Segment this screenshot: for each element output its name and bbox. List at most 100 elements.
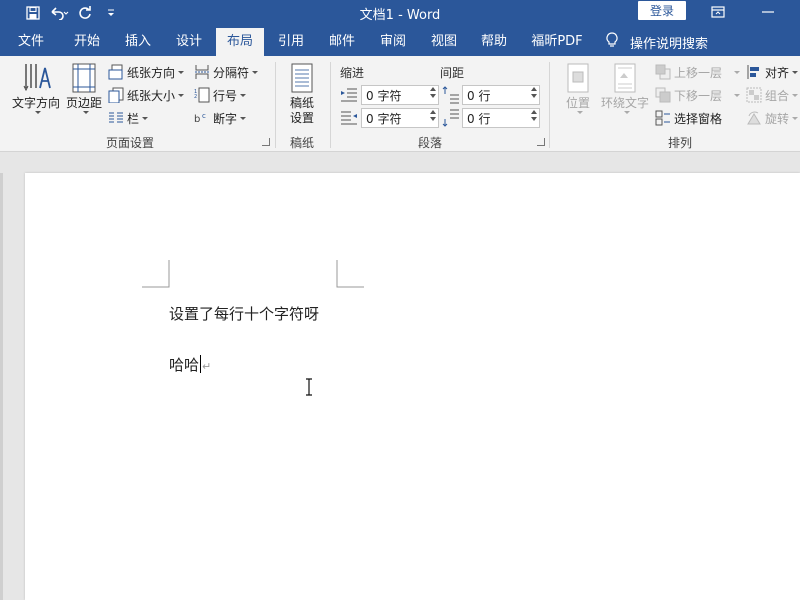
chevron-down-icon <box>623 111 630 114</box>
text-direction-button[interactable]: 文字方向 <box>10 62 62 114</box>
orientation-button[interactable]: 纸张方向 <box>108 62 185 82</box>
margins-label: 页边距 <box>65 96 102 110</box>
login-button[interactable]: 登录 <box>638 1 686 20</box>
arrange-group-label: 排列 <box>667 136 692 150</box>
spinner-arrows[interactable] <box>531 110 537 121</box>
chevron-down-icon <box>792 93 799 97</box>
bring-forward-label: 上移一层 <box>674 65 723 80</box>
spinner-arrows[interactable] <box>430 87 436 98</box>
align-button[interactable]: 对齐 <box>746 62 799 82</box>
breaks-button[interactable]: 分隔符 <box>194 62 259 82</box>
chevron-down-icon <box>240 116 247 120</box>
spacing-after-input[interactable]: 0 行 <box>462 108 540 128</box>
tab-file[interactable]: 文件 <box>8 28 54 56</box>
text-direction-icon <box>23 64 51 92</box>
tab-review[interactable]: 审阅 <box>370 28 416 56</box>
minimize-icon[interactable] <box>756 2 780 22</box>
text-direction-label: 文字方向 <box>11 96 60 110</box>
page-setup-launcher-icon[interactable] <box>262 138 270 146</box>
tab-home[interactable]: 开始 <box>64 28 110 56</box>
bring-forward-button[interactable]: 上移一层 <box>655 62 741 82</box>
chevron-down-icon <box>82 111 89 114</box>
tab-help[interactable]: 帮助 <box>471 28 517 56</box>
columns-button[interactable]: 栏 <box>108 108 149 128</box>
margin-corner-mark-left <box>142 260 170 288</box>
document-page[interactable]: 设置了每行十个字符呀 哈哈 ↵ <box>25 173 800 600</box>
rotate-icon <box>746 110 762 126</box>
position-label: 位置 <box>565 96 590 110</box>
svg-text:2: 2 <box>194 94 197 100</box>
chevron-down-icon <box>142 116 149 120</box>
svg-text:b: b <box>194 114 200 125</box>
breaks-icon <box>194 64 210 80</box>
spinner-arrows[interactable] <box>430 110 436 121</box>
indent-left-value: 0 字符 <box>366 88 402 103</box>
size-button[interactable]: 纸张大小 <box>108 85 185 105</box>
margins-button[interactable]: 页边距 <box>63 62 105 114</box>
bring-forward-icon <box>655 64 671 80</box>
hyphenation-icon: bc <box>194 110 210 126</box>
manuscript-settings-button[interactable]: 稿纸 设置 <box>282 62 322 126</box>
paragraph-group-label: 段落 <box>417 136 442 150</box>
ribbon-display-options-icon[interactable] <box>706 2 730 22</box>
position-icon <box>567 63 589 93</box>
indent-right-icon <box>341 111 357 125</box>
size-label: 纸张大小 <box>127 88 176 103</box>
margins-icon <box>72 63 96 93</box>
manuscript-label-line2: 设置 <box>289 111 314 125</box>
line-numbers-button[interactable]: 12 行号 <box>194 85 247 105</box>
columns-icon <box>108 110 124 126</box>
manuscript-paper-icon <box>291 63 313 93</box>
tab-foxit-pdf[interactable]: 福昕PDF <box>526 28 588 56</box>
ribbon-tab-bar: 文件 开始 插入 设计 布局 引用 邮件 审阅 视图 帮助 福昕PDF 操作说明… <box>0 28 800 56</box>
title-bar: 文档1 - Word 登录 <box>0 0 800 28</box>
spacing-before-input[interactable]: 0 行 <box>462 85 540 105</box>
page-setup-group-label: 页面设置 <box>105 136 154 150</box>
tab-insert[interactable]: 插入 <box>115 28 161 56</box>
spacing-header: 间距 <box>440 66 465 80</box>
chevron-down-icon <box>792 70 799 74</box>
wrap-text-label: 环绕文字 <box>600 96 649 110</box>
tell-me-search[interactable]: 操作说明搜索 <box>606 28 708 56</box>
chevron-down-icon <box>34 111 41 114</box>
send-backward-button[interactable]: 下移一层 <box>655 85 741 105</box>
group-button[interactable]: 组合 <box>746 85 799 105</box>
chevron-down-icon <box>178 93 185 97</box>
selection-pane-button[interactable]: 选择窗格 <box>655 108 722 128</box>
paper-size-icon <box>108 87 124 103</box>
document-line-1[interactable]: 设置了每行十个字符呀 <box>169 303 319 324</box>
ribbon-layout: 文字方向 页边距 纸张方向 纸张大小 栏 分隔符 12 行号 bc 断字 页面设… <box>0 56 800 152</box>
indent-header: 缩进 <box>340 66 365 80</box>
position-button[interactable]: 位置 <box>558 62 598 114</box>
tab-design[interactable]: 设计 <box>166 28 212 56</box>
wrap-text-button[interactable]: 环绕文字 <box>600 62 650 114</box>
tab-view[interactable]: 视图 <box>421 28 467 56</box>
send-backward-icon <box>655 87 671 103</box>
chevron-down-icon <box>178 70 185 74</box>
indent-left-input[interactable]: 0 字符 <box>361 85 439 105</box>
tab-references[interactable]: 引用 <box>268 28 314 56</box>
tab-mailings[interactable]: 邮件 <box>319 28 365 56</box>
selection-pane-label: 选择窗格 <box>674 111 723 126</box>
group-icon <box>746 87 762 103</box>
hyphenation-button[interactable]: bc 断字 <box>194 108 247 128</box>
document-line-2[interactable]: 哈哈 ↵ <box>169 354 211 375</box>
spinner-arrows[interactable] <box>531 87 537 98</box>
spacing-before-value: 0 行 <box>467 88 491 103</box>
indent-right-input[interactable]: 0 字符 <box>361 108 439 128</box>
paragraph-launcher-icon[interactable] <box>537 138 545 146</box>
vertical-ruler <box>0 173 3 600</box>
group-divider <box>275 62 276 148</box>
document-line-2-text: 哈哈 <box>169 356 200 374</box>
rotate-button[interactable]: 旋转 <box>746 108 799 128</box>
chevron-down-icon <box>792 116 799 120</box>
chevron-down-icon <box>576 111 583 114</box>
wrap-text-icon <box>614 63 636 93</box>
margin-corner-mark-right <box>336 260 364 288</box>
group-divider <box>549 62 550 148</box>
spacing-after-icon <box>442 109 459 127</box>
svg-text:c: c <box>202 112 206 120</box>
line-numbers-icon: 12 <box>194 87 210 103</box>
tab-layout[interactable]: 布局 <box>216 28 264 56</box>
chevron-down-icon <box>252 70 259 74</box>
